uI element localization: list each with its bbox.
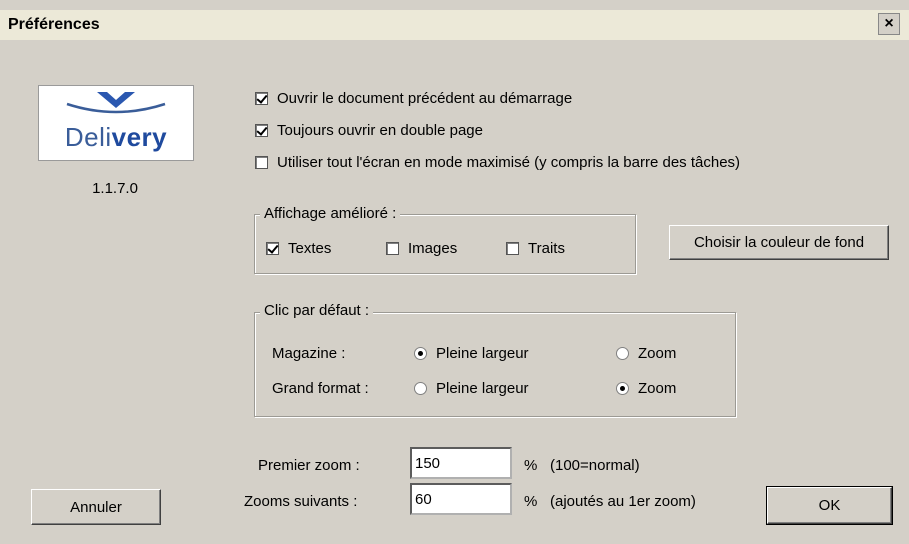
images-label: Images	[408, 240, 458, 257]
option-label: Ouvrir le document précédent au démarrag…	[277, 90, 573, 107]
close-button[interactable]: ×	[878, 13, 900, 35]
next-zoom-input[interactable]	[410, 483, 512, 515]
option-open-previous[interactable]: Ouvrir le document précédent au démarrag…	[255, 90, 572, 107]
radio-grand-format-pleine-largeur[interactable]	[414, 382, 427, 395]
checkbox-traits[interactable]	[506, 242, 519, 255]
textes-label: Textes	[288, 240, 332, 257]
next-zoom-label: Zooms suivants :	[244, 493, 358, 510]
ok-button[interactable]: OK	[766, 486, 893, 525]
logo-emblem-icon	[66, 92, 166, 114]
first-zoom-note: (100=normal)	[550, 457, 640, 474]
first-zoom-label: Premier zoom :	[258, 457, 360, 474]
checkbox-open-previous[interactable]	[255, 92, 268, 105]
grand-format-opt2-label: Zoom	[638, 380, 677, 397]
clic-group	[254, 312, 736, 417]
choose-background-color-button[interactable]: Choisir la couleur de fond	[669, 225, 889, 260]
option-label: Utiliser tout l'écran en mode maximisé (…	[277, 154, 741, 171]
first-zoom-percent: %	[524, 457, 538, 474]
delivery-logo: Delivery	[38, 85, 194, 161]
magazine-opt2-label: Zoom	[638, 345, 677, 362]
cancel-button[interactable]: Annuler	[31, 489, 161, 525]
grand-format-label: Grand format :	[272, 380, 369, 397]
version-label: 1.1.7.0	[92, 180, 138, 197]
option-fullscreen[interactable]: Utiliser tout l'écran en mode maximisé (…	[255, 154, 740, 171]
affichage-traits[interactable]: Traits	[506, 240, 565, 257]
grand-format-opt1-label: Pleine largeur	[436, 380, 529, 397]
magazine-opt1-label: Pleine largeur	[436, 345, 529, 362]
close-icon: ×	[884, 15, 894, 32]
traits-label: Traits	[528, 240, 565, 257]
radio-grand-format-zoom[interactable]	[616, 382, 629, 395]
checkbox-images[interactable]	[386, 242, 399, 255]
option-double-page[interactable]: Toujours ouvrir en double page	[255, 122, 483, 139]
clic-group-label: Clic par défaut :	[260, 302, 374, 319]
checkbox-fullscreen[interactable]	[255, 156, 268, 169]
radio-magazine-zoom[interactable]	[616, 347, 629, 360]
first-zoom-input[interactable]	[410, 447, 512, 479]
title-bar: Préférences ×	[0, 10, 909, 40]
radio-magazine-pleine-largeur[interactable]	[414, 347, 427, 360]
affichage-group-label: Affichage amélioré :	[260, 205, 401, 222]
logo-wordmark: Delivery	[64, 122, 168, 152]
affichage-images[interactable]: Images	[386, 240, 457, 257]
option-label: Toujours ouvrir en double page	[277, 122, 483, 139]
window-title: Préférences	[8, 16, 100, 33]
checkbox-textes[interactable]	[266, 242, 279, 255]
next-zoom-percent: %	[524, 493, 538, 510]
checkbox-double-page[interactable]	[255, 124, 268, 137]
affichage-textes[interactable]: Textes	[266, 240, 331, 257]
magazine-label: Magazine :	[272, 345, 346, 362]
next-zoom-note: (ajoutés au 1er zoom)	[550, 493, 696, 510]
